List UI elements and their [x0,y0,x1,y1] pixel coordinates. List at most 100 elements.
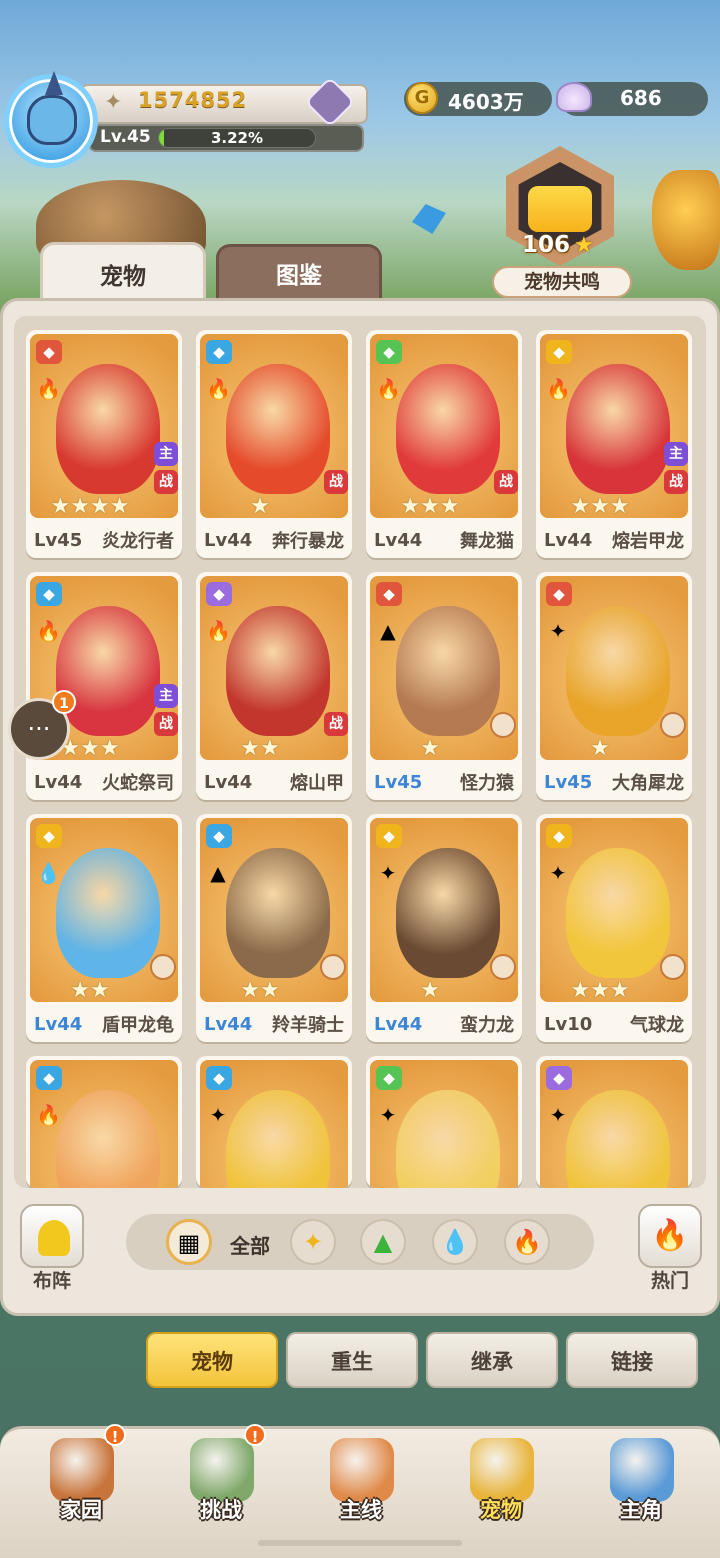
filter-grass-icon[interactable]: ▲ [360,1219,406,1265]
resonance-label: 宠物共鸣 [492,266,632,298]
pet-creature [396,1090,500,1188]
pet-card[interactable]: ◆ 🔥 ★★ 战 Lv44 熔山甲 [196,572,352,800]
pet-creature [396,364,500,494]
pet-class-icon: ◆ [546,582,572,606]
pet-card-footer: Lv44 熔岩甲龙 [536,522,692,558]
pet-card[interactable]: ◆ 🔥 ★★★★ 主战 Lv45 炎龙行者 [26,330,182,558]
resonance-star-icon: ★ [574,233,594,258]
pet-class-icon: ◆ [36,1066,62,1090]
subtab-pets[interactable]: 宠物 [146,1332,278,1388]
nav-label: 主角 [620,1498,662,1522]
pet-card-footer: Lv45 怪力猿 [366,764,522,800]
pet-card[interactable]: ◆ ✦ [536,1056,692,1188]
pet-name: 怪力猿 [460,773,514,794]
pet-creature [226,606,330,736]
formation-people-icon [38,1220,70,1256]
nav-label: 家园 [60,1498,102,1522]
pet-stars: ★★★★ [50,494,130,519]
pet-card-footer: Lv44 舞龙猫 [366,522,522,558]
pet-card-footer: Lv45 炎龙行者 [26,522,182,558]
nav-home[interactable]: 家园! [26,1424,136,1542]
pet-class-icon: ◆ [376,824,402,848]
pet-card-footer: Lv45 大角犀龙 [536,764,692,800]
pet-stars: ★★ [70,978,110,1003]
tab-pets[interactable]: 宠物 [40,242,206,306]
subtab-inherit[interactable]: 继承 [426,1332,558,1388]
nav-mainline[interactable]: 主线 [306,1432,416,1542]
pet-card[interactable]: ◆ 🔥 ★ 战 Lv44 奔行暴龙 [196,330,352,558]
nav-challenge[interactable]: 挑战! [166,1424,276,1542]
nav-label: 挑战 [200,1498,242,1522]
pet-card-footer: Lv44 火蛇祭司 [26,764,182,800]
pet-class-icon: ◆ [546,1066,572,1090]
combat-power: 1574852 [138,88,248,112]
pet-level: Lv45 [34,529,83,551]
pet-card-footer: Lv44 奔行暴龙 [196,522,352,558]
pet-card[interactable]: ◆ ✦ ★ Lv44 蛮力龙 [366,814,522,1042]
background-butterfly [412,204,446,234]
pet-element-icon: ✦ [549,861,567,885]
pet-tag-icon [490,712,516,738]
pet-card[interactable]: ◆ ✦ ★ Lv45 大角犀龙 [536,572,692,800]
pet-element-icon: 🔥 [206,619,231,643]
pet-card[interactable]: ◆ ▲ ★★ Lv44 羚羊骑士 [196,814,352,1042]
filter-light-icon[interactable]: ✦ [290,1219,336,1265]
nav-hero-icon [610,1438,674,1502]
pet-card[interactable]: ◆ ✦ [366,1056,522,1188]
pet-class-icon: ◆ [206,824,232,848]
pet-level: Lv44 [204,1013,253,1035]
pet-name: 舞龙猫 [460,531,514,552]
player-avatar[interactable] [4,71,98,168]
filter-all-button[interactable]: ▦ [166,1219,212,1265]
pet-card[interactable]: ◆ ▲ ★ Lv45 怪力猿 [366,572,522,800]
pet-stars: ★★ [240,978,280,1003]
main-badge: 主 [154,442,178,466]
pet-card[interactable]: ◆ 🔥 ★★★ 战 Lv44 舞龙猫 [366,330,522,558]
pet-card-footer: Lv10 气球龙 [536,1006,692,1042]
shell-icon [556,82,592,112]
tab-handbook[interactable]: 图鉴 [216,244,382,302]
pet-grid[interactable]: ◆ 🔥 ★★★★ 主战 Lv45 炎龙行者 ◆ 🔥 ★ 战 Lv44 奔行暴龙 ◆ 🔥 ★★★ 战 Lv44 舞龙… [14,316,706,1188]
nav-hero[interactable]: 主角 [586,1432,696,1542]
chat-notification-badge: 1 [52,690,76,714]
pet-stars: ★ [420,978,440,1003]
pet-stars: ★ [420,736,440,761]
pet-card[interactable]: ◆ ✦ ★★★ Lv10 气球龙 [536,814,692,1042]
pet-element-icon: ✦ [549,619,567,643]
subtab-link[interactable]: 链接 [566,1332,698,1388]
pet-tag-icon [660,712,686,738]
formation-button[interactable] [20,1204,84,1268]
player-level: Lv.45 [100,127,151,147]
exp-percent: 3.22% [210,129,264,147]
pet-level: Lv44 [34,1013,83,1035]
hot-button[interactable]: 🔥 [638,1204,702,1268]
pet-element-icon: ▲ [380,619,396,643]
filter-water-icon[interactable]: 💧 [432,1219,478,1265]
filter-fire-icon[interactable]: 🔥 [504,1219,550,1265]
pet-card[interactable]: ◆ 🔥 ★★★ 主战 Lv44 火蛇祭司 [26,572,182,800]
pet-card[interactable]: ◆ 💧 ★★ Lv44 盾甲龙龟 [26,814,182,1042]
nav-label: 主线 [340,1498,382,1522]
pet-creature [566,606,670,736]
pet-name: 熔岩甲龙 [612,531,684,552]
pet-card-footer: Lv44 蛮力龙 [366,1006,522,1042]
nav-label: 宠物 [480,1498,522,1522]
pet-stars: ★ [590,736,610,761]
subtab-rebirth[interactable]: 重生 [286,1332,418,1388]
pet-card[interactable]: ◆ ✦ [196,1056,352,1188]
battle-badge: 战 [324,712,348,736]
pet-name: 炎龙行者 [102,531,174,552]
filter-all-label: 全部 [230,1234,270,1258]
pet-class-icon: ◆ [36,340,62,364]
home-indicator [258,1540,462,1546]
pet-card[interactable]: ◆ 🔥 ★★★ 主战 Lv44 熔岩甲龙 [536,330,692,558]
pet-creature [56,848,160,978]
pet-class-icon: ◆ [546,340,572,364]
pet-stars: ★★★ [400,494,460,519]
avatar-face [27,95,77,145]
pet-level: Lv45 [544,771,593,793]
nav-pets[interactable]: 宠物 [446,1432,556,1542]
pet-card[interactable]: ◆ 🔥 [26,1056,182,1188]
pet-tag-icon [320,954,346,980]
pet-element-icon: 🔥 [36,377,61,401]
